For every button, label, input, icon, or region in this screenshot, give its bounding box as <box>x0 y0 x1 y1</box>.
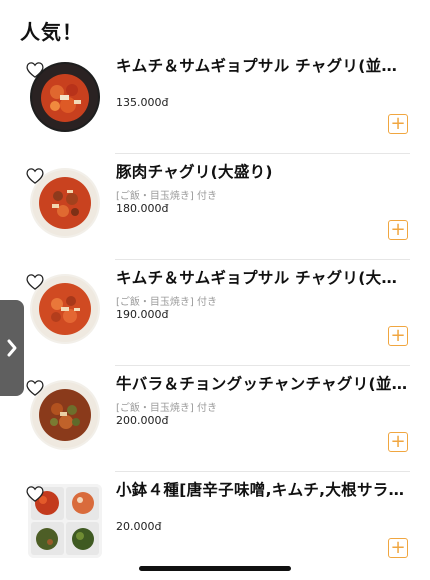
item-name: 小鉢４種[唐辛子味噌,キムチ,大根サラ… <box>116 481 405 499</box>
product-list: キムチ＆サムギョプサル チャグリ(並盛… 135.000đ + 豚肉チャグリ(大… <box>0 48 430 578</box>
item-price: 190.000đ <box>116 308 169 321</box>
add-button[interactable]: + <box>388 326 408 346</box>
list-item[interactable]: キムチ＆サムギョプサル チャグリ(大盛… [ご飯・目玉焼き] 付き 190.00… <box>0 260 430 366</box>
add-button[interactable]: + <box>388 432 408 452</box>
list-item[interactable]: キムチ＆サムギョプサル チャグリ(並盛… 135.000đ + <box>0 48 430 154</box>
item-name: 豚肉チャグリ(大盛り) <box>116 163 273 181</box>
item-price: 200.000đ <box>116 414 169 427</box>
heart-icon[interactable] <box>25 60 45 80</box>
list-item[interactable]: 牛バラ＆チョングッチャンチャグリ(並… [ご飯・目玉焼き] 付き 200.000… <box>0 366 430 472</box>
heart-icon[interactable] <box>25 272 45 292</box>
add-button[interactable]: + <box>388 538 408 558</box>
list-item[interactable]: 小鉢４種[唐辛子味噌,キムチ,大根サラ… 20.000đ + <box>0 472 430 578</box>
item-note: [ご飯・目玉焼き] 付き <box>116 403 217 414</box>
plus-icon: + <box>390 431 406 452</box>
item-price: 180.000đ <box>116 202 169 215</box>
plus-icon: + <box>390 325 406 346</box>
side-drawer-tab[interactable] <box>0 300 24 396</box>
item-note: [ご飯・目玉焼き] 付き <box>116 297 217 308</box>
chevron-right-icon <box>7 339 17 357</box>
heart-icon[interactable] <box>25 484 45 504</box>
section-title: 人気！ <box>20 20 83 44</box>
item-price: 135.000đ <box>116 96 169 109</box>
item-price: 20.000đ <box>116 520 162 533</box>
home-indicator[interactable] <box>139 566 291 571</box>
plus-icon: + <box>390 113 406 134</box>
list-item[interactable]: 豚肉チャグリ(大盛り) [ご飯・目玉焼き] 付き 180.000đ + <box>0 154 430 260</box>
plus-icon: + <box>390 537 406 558</box>
heart-icon[interactable] <box>25 378 45 398</box>
add-button[interactable]: + <box>388 114 408 134</box>
item-name: キムチ＆サムギョプサル チャグリ(並盛… <box>116 57 410 75</box>
heart-icon[interactable] <box>25 166 45 186</box>
add-button[interactable]: + <box>388 220 408 240</box>
item-name: 牛バラ＆チョングッチャンチャグリ(並… <box>116 375 408 393</box>
plus-icon: + <box>390 219 406 240</box>
item-note: [ご飯・目玉焼き] 付き <box>116 191 217 202</box>
item-name: キムチ＆サムギョプサル チャグリ(大盛… <box>116 269 410 287</box>
